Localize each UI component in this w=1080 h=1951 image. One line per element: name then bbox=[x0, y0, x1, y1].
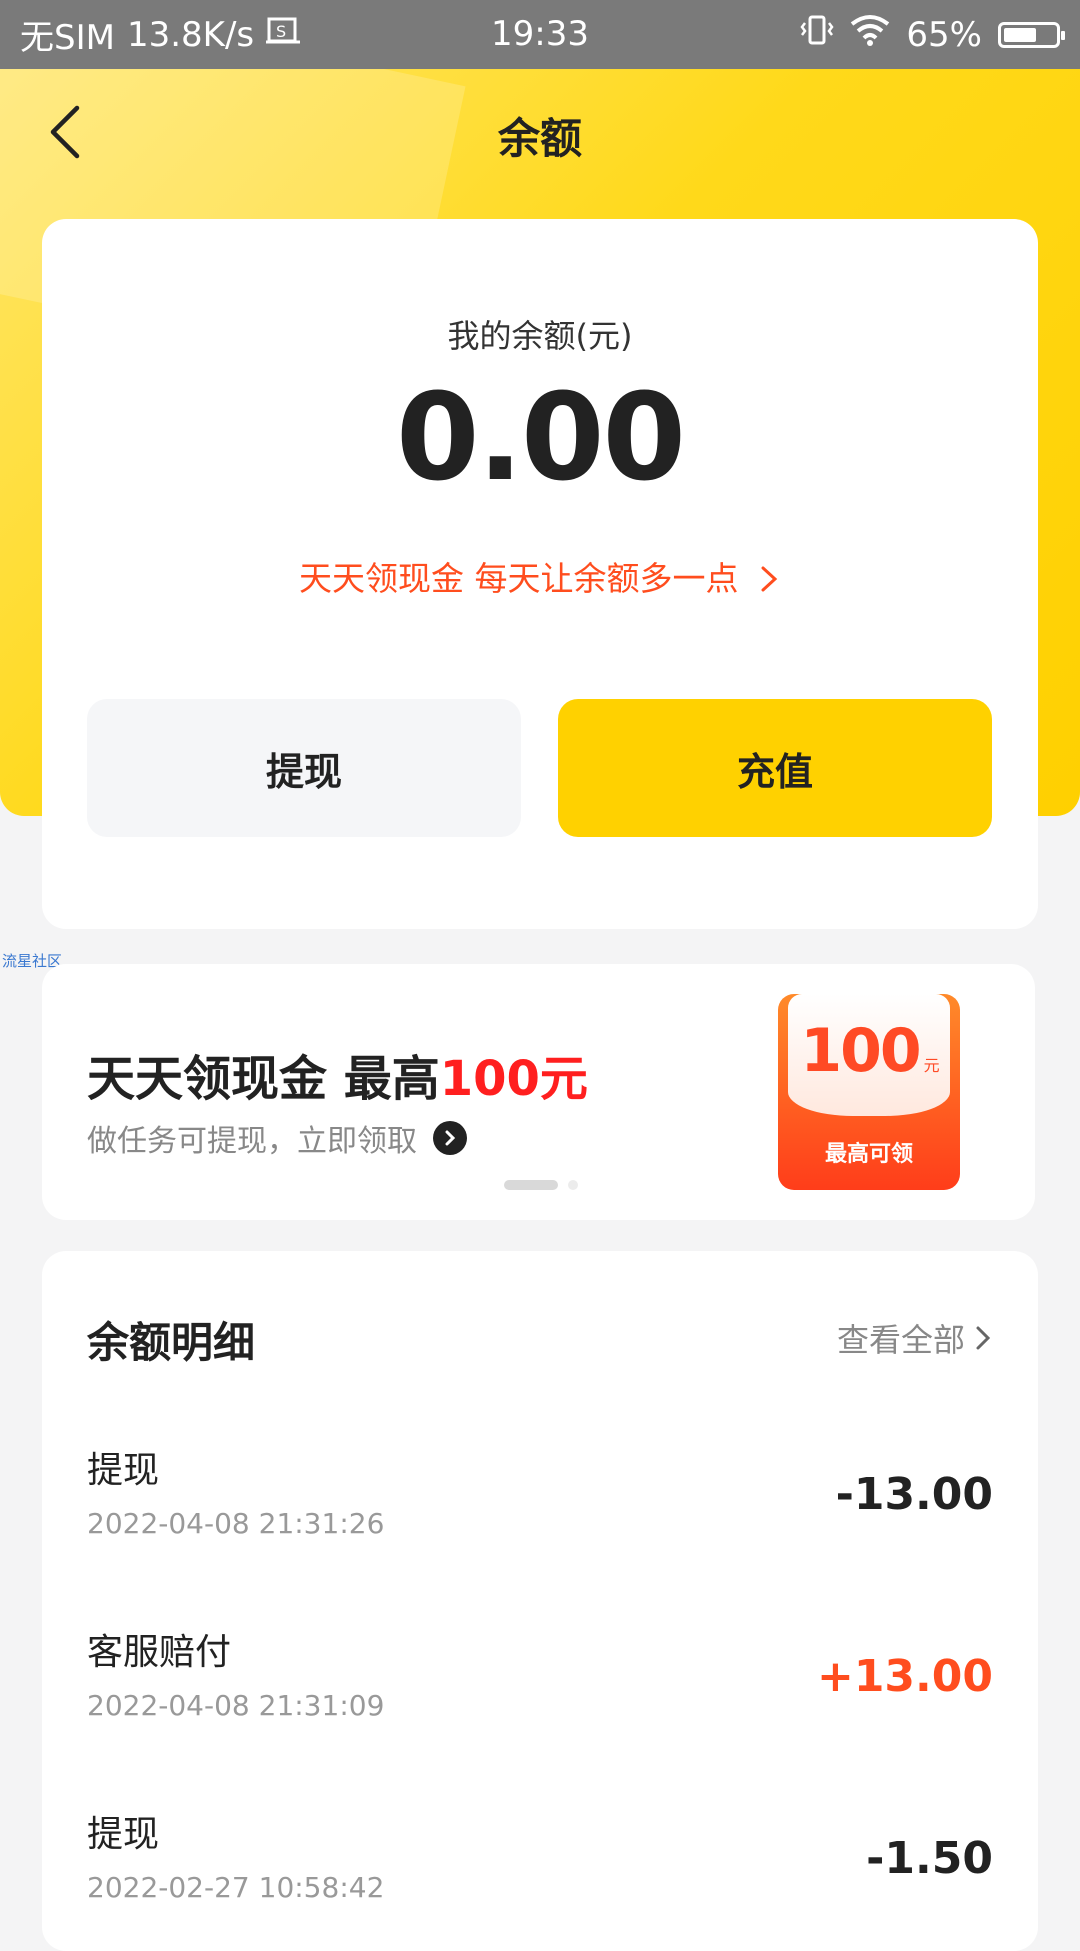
transaction-row[interactable]: 客服赔付 2022-04-08 21:31:09 +13.00 bbox=[87, 1623, 993, 1743]
battery-fill bbox=[1004, 27, 1037, 42]
balance-card: 我的余额(元) 0.00 天天领现金 每天让余额多一点 提现 充值 bbox=[42, 219, 1038, 929]
carousel-dot-active bbox=[504, 1180, 558, 1190]
transaction-amount: +13.00 bbox=[816, 1651, 993, 1702]
red-packet-amount: 100 元 bbox=[778, 1016, 960, 1086]
page-title: 余额 bbox=[497, 114, 582, 163]
transaction-row[interactable]: 提现 2022-02-27 10:58:42 -1.50 bbox=[87, 1805, 993, 1925]
status-bar: 无SIM 13.8K/s S 19:33 65% bbox=[0, 0, 1080, 69]
transaction-name: 提现 bbox=[87, 1450, 160, 1491]
chevron-right-icon bbox=[761, 566, 778, 592]
banner-subtitle: 做任务可提现，立即领取 bbox=[87, 1116, 467, 1160]
banner-title-highlight: 100元 bbox=[439, 1051, 588, 1107]
red-packet-unit: 元 bbox=[923, 1056, 940, 1075]
transaction-name: 提现 bbox=[87, 1814, 160, 1855]
view-all-label: 查看全部 bbox=[836, 1321, 965, 1359]
red-packet-label: 最高可领 bbox=[824, 1142, 913, 1167]
banner-title: 天天领现金 最高100元 bbox=[87, 1039, 588, 1109]
recharge-button[interactable]: 充值 bbox=[558, 699, 992, 837]
details-title: 余额明细 bbox=[87, 1318, 256, 1367]
red-packet-icon: 100 元 最高可领 bbox=[778, 994, 960, 1190]
banner-subtitle-text: 做任务可提现，立即领取 bbox=[87, 1124, 417, 1159]
transaction-amount: -1.50 bbox=[866, 1833, 993, 1884]
balance-details-card: 余额明细 查看全部 提现 2022-04-08 21:31:26 -13.00 … bbox=[42, 1251, 1038, 1951]
battery-icon bbox=[998, 21, 1065, 48]
promo-link[interactable]: 天天领现金 每天让余额多一点 bbox=[42, 552, 1038, 600]
transaction-amount: -13.00 bbox=[835, 1469, 993, 1520]
balance-value: 0.00 bbox=[395, 369, 686, 508]
battery-percent: 65% bbox=[906, 14, 982, 55]
carousel-dot bbox=[568, 1180, 578, 1190]
nav-bar: 余额 bbox=[0, 69, 1080, 194]
carousel-indicator bbox=[504, 1180, 578, 1190]
balance-label: 我的余额(元) bbox=[447, 317, 633, 355]
vibrate-icon bbox=[800, 13, 834, 56]
transaction-name: 客服赔付 bbox=[87, 1632, 232, 1673]
chevron-right-icon bbox=[976, 1326, 991, 1350]
withdraw-button[interactable]: 提现 bbox=[87, 699, 521, 837]
status-right: 65% bbox=[800, 0, 1065, 69]
promo-banner[interactable]: 天天领现金 最高100元 做任务可提现，立即领取 100 元 最高可领 bbox=[42, 964, 1035, 1220]
transaction-time: 2022-02-27 10:58:42 bbox=[87, 1871, 385, 1904]
transaction-time: 2022-04-08 21:31:26 bbox=[87, 1507, 385, 1540]
promo-link-text: 天天领现金 每天让余额多一点 bbox=[299, 559, 739, 598]
transaction-row[interactable]: 提现 2022-04-08 21:31:26 -13.00 bbox=[87, 1441, 993, 1561]
transaction-time: 2022-04-08 21:31:09 bbox=[87, 1689, 385, 1722]
red-packet-amount-value: 100 bbox=[800, 1016, 921, 1086]
view-all-link[interactable]: 查看全部 bbox=[837, 1315, 993, 1361]
arrow-circle-icon bbox=[433, 1121, 467, 1155]
wifi-icon bbox=[850, 14, 890, 55]
banner-title-prefix: 天天领现金 最高 bbox=[87, 1051, 440, 1107]
